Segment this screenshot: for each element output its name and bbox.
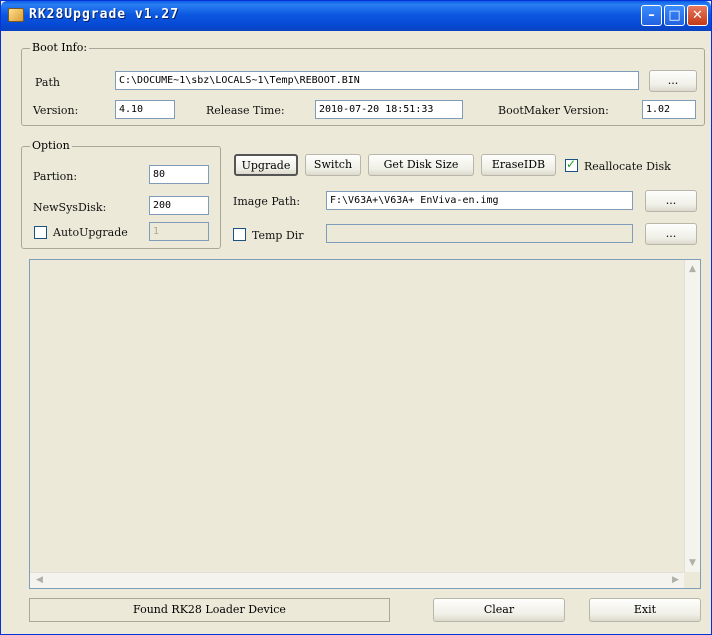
- log-horizontal-scrollbar[interactable]: ◀ ▶: [30, 572, 685, 588]
- version-field[interactable]: 4.10: [115, 100, 175, 119]
- version-label: Version:: [33, 104, 79, 117]
- autoupgrade-label: AutoUpgrade: [53, 226, 128, 239]
- option-group-label: Option: [30, 139, 72, 152]
- image-path-label: Image Path:: [233, 195, 301, 208]
- window-title: RK28Upgrade v1.27: [29, 7, 180, 22]
- status-bar: Found RK28 Loader Device: [29, 598, 390, 622]
- autoupgrade-checkbox[interactable]: [34, 226, 47, 239]
- temp-dir-browse-button[interactable]: ...: [645, 223, 697, 245]
- get-disk-size-button[interactable]: Get Disk Size: [368, 154, 474, 176]
- scroll-up-icon[interactable]: ▲: [685, 262, 700, 277]
- release-time-field[interactable]: 2010-07-20 18:51:33: [315, 100, 463, 119]
- path-label: Path: [35, 76, 60, 89]
- autoupgrade-field[interactable]: 1: [149, 222, 209, 241]
- newsysdisk-field[interactable]: 200: [149, 196, 209, 215]
- exit-button[interactable]: Exit: [589, 598, 701, 622]
- temp-dir-field[interactable]: [326, 224, 633, 243]
- erase-idb-button[interactable]: EraseIDB: [481, 154, 556, 176]
- newsysdisk-label: NewSysDisk:: [33, 201, 107, 214]
- boot-info-group-label: Boot Info:: [30, 41, 90, 54]
- app-icon: [8, 8, 24, 22]
- switch-button[interactable]: Switch: [305, 154, 361, 176]
- clear-button[interactable]: Clear: [433, 598, 565, 622]
- title-bar[interactable]: RK28Upgrade v1.27 – □ ✕: [1, 1, 711, 31]
- scroll-corner: [684, 572, 700, 588]
- partion-field[interactable]: 80: [149, 165, 209, 184]
- boot-path-browse-button[interactable]: ...: [649, 70, 697, 92]
- temp-dir-label: Temp Dir: [252, 229, 304, 242]
- maximize-button[interactable]: □: [664, 5, 685, 26]
- bootmaker-version-field[interactable]: 1.02: [642, 100, 696, 119]
- scroll-left-icon[interactable]: ◀: [32, 573, 47, 588]
- close-button[interactable]: ✕: [687, 5, 708, 26]
- release-time-label: Release Time:: [206, 104, 285, 117]
- reallocate-disk-checkbox[interactable]: [565, 157, 578, 172]
- bootmaker-version-label: BootMaker Version:: [498, 104, 609, 117]
- upgrade-button[interactable]: Upgrade: [234, 154, 298, 176]
- app-window: RK28Upgrade v1.27 – □ ✕ Boot Info: Path …: [0, 0, 712, 635]
- log-output-area[interactable]: ▲ ▼ ◀ ▶: [29, 259, 701, 589]
- image-path-browse-button[interactable]: ...: [645, 190, 697, 212]
- minimize-button[interactable]: –: [641, 5, 662, 26]
- scroll-right-icon[interactable]: ▶: [668, 573, 683, 588]
- reallocate-disk-label: Reallocate Disk: [584, 160, 671, 173]
- log-vertical-scrollbar[interactable]: ▲ ▼: [684, 260, 700, 573]
- temp-dir-checkbox[interactable]: [233, 228, 246, 241]
- scroll-down-icon[interactable]: ▼: [685, 556, 700, 571]
- image-path-field[interactable]: F:\V63A+\V63A+ EnViva-en.img: [326, 191, 633, 210]
- partion-label: Partion:: [33, 170, 78, 183]
- boot-path-field[interactable]: C:\DOCUME~1\sbz\LOCALS~1\Temp\REBOOT.BIN: [115, 71, 639, 90]
